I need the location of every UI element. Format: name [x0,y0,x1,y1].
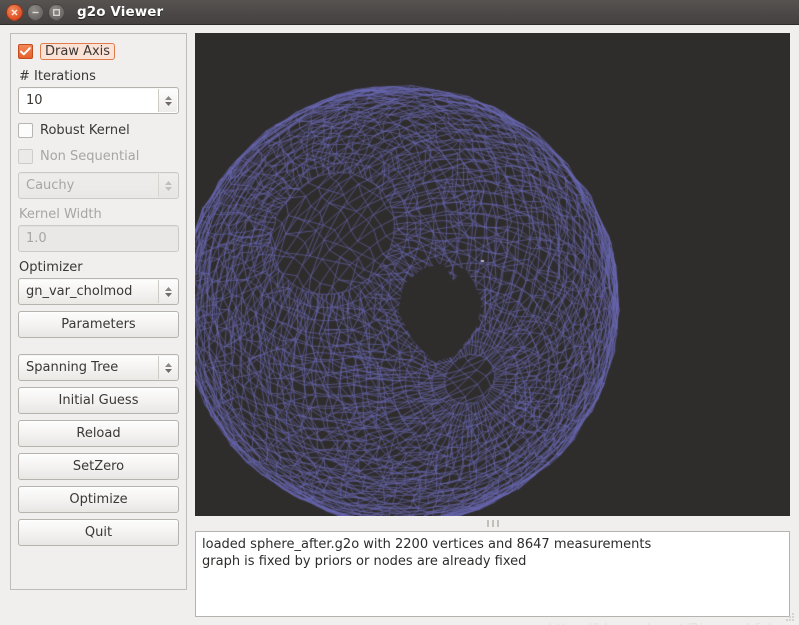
input-iterations-value: 10 [26,93,43,108]
gl-viewport[interactable] [195,33,790,516]
checkbox-robust-kernel[interactable] [18,122,33,138]
non-sequential-row: Non Sequential [18,146,179,166]
spinner-iterations[interactable] [158,89,177,112]
maximize-icon[interactable] [48,3,65,21]
checkbox-non-sequential [18,148,33,164]
initial-guess-button[interactable]: Initial Guess [18,387,179,414]
splitter-grip-bar [486,520,489,527]
label-draw-axis[interactable]: Draw Axis [40,42,116,60]
log-output[interactable]: loaded sphere_after.g2o with 2200 vertic… [195,531,790,617]
chevron-down-icon[interactable] [164,292,173,298]
window-body: Draw Axis # Iterations 10 Robust Kernel [0,25,799,625]
label-kernel-width: Kernel Width [19,207,102,222]
combo-init-method[interactable]: Spanning Tree [18,354,179,381]
combo-optimizer-arrows[interactable] [158,280,177,303]
log-line: graph is fixed by priors or nodes are al… [202,554,527,569]
pose-graph-render[interactable] [195,33,790,516]
label-robust-kernel[interactable]: Robust Kernel [40,123,130,138]
combo-init-method-value: Spanning Tree [26,360,119,375]
splitter-handle[interactable] [195,516,790,531]
splitter-grip-bar [491,520,494,527]
quit-button[interactable]: Quit [18,519,179,546]
input-kernel-width: 1.0 [18,225,179,252]
resize-grip[interactable] [784,611,796,623]
window-titlebar: g2o Viewer [0,0,799,25]
combo-kernel-type: Cauchy [18,172,179,199]
setzero-button[interactable]: SetZero [18,453,179,480]
robust-kernel-row[interactable]: Robust Kernel [18,120,179,140]
optimize-button[interactable]: Optimize [18,486,179,513]
combo-optimizer-value: gn_var_cholmod [26,284,133,299]
minimize-glyph [32,11,39,13]
window-title: g2o Viewer [77,4,164,20]
minimize-icon[interactable] [27,3,44,21]
log-line: loaded sphere_after.g2o with 2200 vertic… [202,537,652,552]
chevron-down-icon [164,186,173,192]
combo-init-method-arrows[interactable] [158,356,177,379]
spinner-down-icon[interactable] [164,101,173,107]
draw-axis-row[interactable]: Draw Axis [18,41,179,61]
chevron-down-icon[interactable] [164,368,173,374]
combo-kernel-type-arrows [158,174,177,197]
close-glyph [11,9,18,15]
combo-optimizer[interactable]: gn_var_cholmod [18,278,179,305]
parameters-button[interactable]: Parameters [18,311,179,338]
label-non-sequential: Non Sequential [40,148,140,164]
checkbox-draw-axis[interactable] [18,43,33,59]
reload-button[interactable]: Reload [18,420,179,447]
window-controls [6,3,65,21]
app-window: g2o Viewer Draw Axis # Iterations 10 Rob… [0,0,799,625]
label-optimizer: Optimizer [19,260,83,275]
combo-kernel-type-value: Cauchy [26,178,75,193]
control-panel: Draw Axis # Iterations 10 Robust Kernel [10,33,187,590]
input-iterations[interactable]: 10 [18,87,179,114]
input-kernel-width-value: 1.0 [26,231,47,246]
close-icon[interactable] [6,3,23,21]
label-iterations: # Iterations [19,69,96,84]
check-icon [20,46,31,55]
maximize-glyph [53,8,60,16]
splitter-grip-bar [496,520,499,527]
